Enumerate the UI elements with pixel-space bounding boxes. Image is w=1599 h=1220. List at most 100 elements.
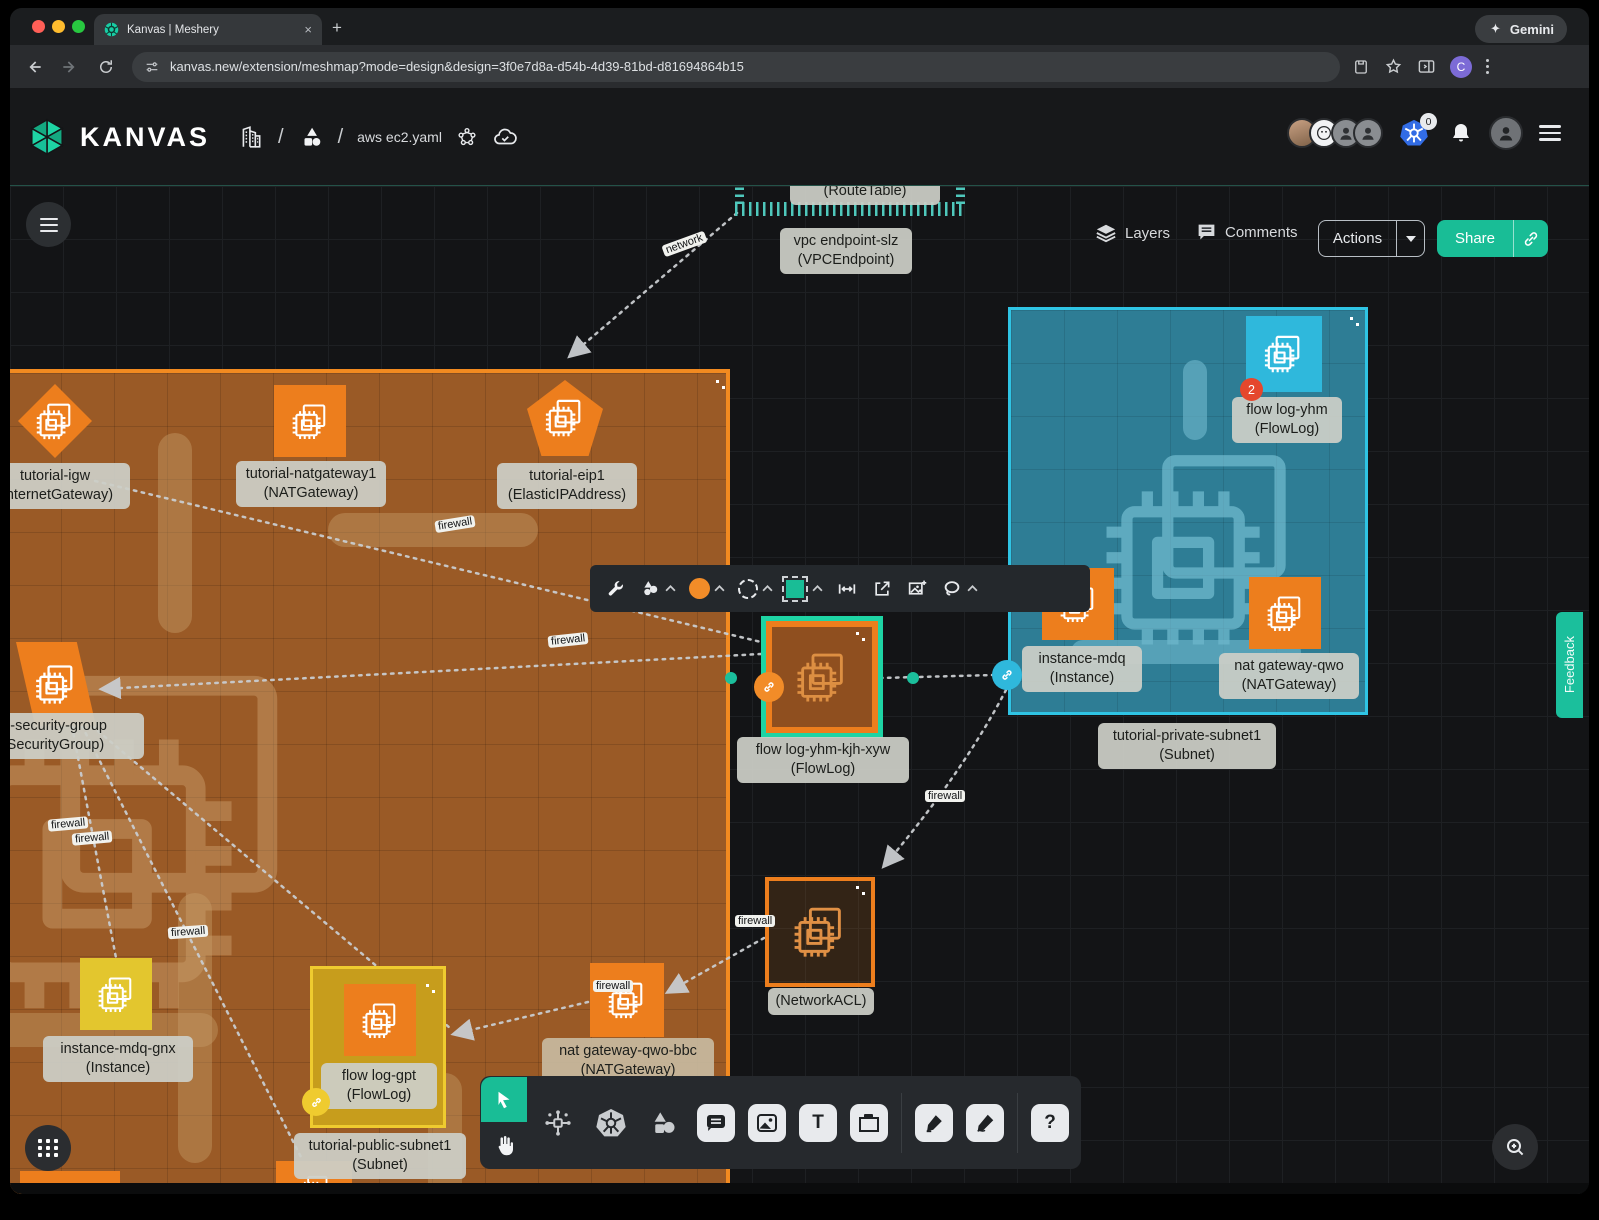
browser-tab-bar: Kanvas | Meshery × + Gemini (10, 8, 1589, 45)
chip-icon (791, 646, 853, 708)
reload-button[interactable] (94, 55, 118, 79)
node-label-flow-log-yhm[interactable]: flow log-yhm(FlowLog) (1232, 397, 1342, 443)
note-tool[interactable] (850, 1104, 888, 1142)
node-label-instance-mdq[interactable]: instance-mdq(Instance) (1022, 646, 1142, 692)
breadcrumb-separator: / (338, 126, 344, 149)
resize-handle-icon[interactable] (856, 886, 866, 896)
close-window-button[interactable] (32, 20, 45, 33)
notifications-bell-icon[interactable] (1449, 121, 1473, 145)
layers-button[interactable]: Layers (1095, 222, 1170, 244)
connection-dot[interactable] (907, 672, 919, 684)
cloud-sync-icon[interactable] (492, 124, 518, 150)
select-tool-button[interactable] (481, 1077, 527, 1122)
node-label-vpc-endpoint[interactable]: vpc endpoint-slz(VPCEndpoint) (780, 228, 912, 274)
add-image-icon[interactable] (906, 578, 928, 600)
help-button[interactable]: ? (1031, 1104, 1069, 1142)
resize-handle-icon[interactable] (716, 380, 726, 390)
design-actions-icon[interactable] (456, 126, 478, 148)
edge-label-network: network (661, 231, 707, 258)
copy-link-button[interactable] (1514, 220, 1548, 257)
node-nat-gateway-bbc[interactable] (590, 963, 664, 1037)
text-tool[interactable]: T (799, 1104, 837, 1142)
node-label-igw[interactable]: tutorial-igw(InternetGateway) (10, 463, 130, 509)
new-tab-button[interactable]: + (332, 18, 342, 38)
edge-handle[interactable] (992, 660, 1022, 690)
collaborator-avatars[interactable] (1287, 118, 1383, 148)
design-file-name[interactable]: aws ec2.yaml (357, 129, 442, 145)
kubernetes-context[interactable]: 0 (1399, 118, 1433, 148)
meshery-favicon (104, 22, 119, 37)
notification-count-badge[interactable]: 2 (1240, 378, 1263, 401)
design-canvas[interactable]: (RouteTable) vpc endpoint-slz(VPCEndpoin… (10, 185, 1589, 1194)
chrome-profile-avatar[interactable]: C (1450, 56, 1472, 78)
node-instance-gnx[interactable] (80, 958, 152, 1030)
shapes-tool[interactable] (644, 1103, 684, 1143)
fill-color-menu[interactable] (689, 578, 725, 599)
mesh-designer-tool[interactable] (538, 1103, 578, 1143)
border-style-menu[interactable] (738, 579, 773, 599)
resize-handle-icon[interactable] (1350, 317, 1360, 327)
chevron-up-icon (762, 585, 773, 592)
actions-button[interactable]: Actions (1318, 220, 1425, 257)
node-label-route-table[interactable]: (RouteTable) (790, 185, 940, 205)
chrome-menu-icon[interactable] (1486, 59, 1489, 74)
collaborator-avatar[interactable] (1353, 118, 1383, 148)
save-icon[interactable] (1352, 58, 1370, 76)
node-label-public-subnet[interactable]: tutorial-public-subnet1(Subnet) (294, 1133, 466, 1179)
node-nat-gateway-1[interactable] (274, 385, 346, 457)
organization-icon[interactable] (238, 124, 264, 150)
site-settings-icon[interactable] (144, 59, 160, 75)
shapes-menu[interactable] (639, 578, 676, 600)
node-label-eip1[interactable]: tutorial-eip1(ElasticIPAddress) (497, 463, 637, 509)
minimize-window-button[interactable] (52, 20, 65, 33)
annotate-pen-tool[interactable] (915, 1104, 953, 1142)
user-avatar[interactable] (1489, 116, 1523, 150)
pan-tool-button[interactable] (481, 1122, 527, 1168)
selection-style-menu[interactable] (786, 580, 823, 598)
workspace-shapes-icon[interactable] (298, 124, 324, 150)
lasso-tool-menu[interactable] (941, 578, 978, 600)
freehand-draw-tool[interactable] (966, 1104, 1004, 1142)
browser-tab[interactable]: Kanvas | Meshery × (94, 14, 322, 45)
forward-button[interactable] (58, 55, 82, 79)
node-label-natgateway1[interactable]: tutorial-natgateway1(NATGateway) (236, 461, 386, 507)
node-label-natgateway-qwo[interactable]: nat gateway-qwo(NATGateway) (1219, 653, 1359, 699)
node-label-flow-log-gpt[interactable]: flow log-gpt(FlowLog) (321, 1063, 437, 1109)
actions-dropdown[interactable] (1397, 221, 1424, 256)
close-tab-icon[interactable]: × (304, 22, 312, 37)
side-panel-icon[interactable] (1417, 57, 1436, 76)
image-tool[interactable] (748, 1104, 786, 1142)
flow-log-gpt-handle[interactable] (302, 1088, 330, 1116)
resize-handle-icon[interactable] (856, 632, 866, 642)
node-label-flow-log-selected[interactable]: flow log-yhm-kjh-xyw(FlowLog) (737, 737, 909, 783)
feedback-tab[interactable]: Feedback (1556, 612, 1583, 718)
node-label-instance-gnx[interactable]: instance-mdq-gnx(Instance) (43, 1036, 193, 1082)
node-label-private-subnet[interactable]: tutorial-private-subnet1(Subnet) (1098, 723, 1276, 769)
node-label-network-acl[interactable]: (NetworkACL) (768, 988, 874, 1015)
bookmark-star-icon[interactable] (1384, 57, 1403, 76)
address-bar[interactable]: kanvas.new/extension/meshmap?mode=design… (132, 52, 1340, 82)
connection-dot[interactable] (725, 672, 737, 684)
edge-handle[interactable] (754, 672, 784, 702)
gemini-button[interactable]: Gemini (1475, 15, 1567, 43)
node-nat-gateway-qwo[interactable] (1249, 577, 1321, 649)
maximize-window-button[interactable] (72, 20, 85, 33)
breadcrumb-separator: / (278, 126, 284, 149)
comments-button[interactable]: Comments (1196, 222, 1298, 243)
app-menu-icon[interactable] (1539, 125, 1561, 141)
comment-tool[interactable] (697, 1104, 735, 1142)
zoom-button[interactable] (1492, 1124, 1538, 1170)
node-flow-log-gpt-chip[interactable] (344, 984, 416, 1056)
back-button[interactable] (22, 55, 46, 79)
share-button[interactable]: Share (1437, 220, 1548, 257)
resize-handle-icon[interactable] (426, 984, 436, 994)
canvas-menu-button[interactable] (26, 202, 71, 247)
configure-wrench-icon[interactable] (604, 578, 626, 600)
kubernetes-tool[interactable] (591, 1103, 631, 1143)
open-external-icon[interactable] (871, 578, 893, 600)
kanvas-logo-icon[interactable] (28, 118, 66, 156)
resize-width-icon[interactable] (836, 578, 858, 600)
node-label-security-group[interactable]: al-security-group(SecurityGroup) (10, 713, 144, 759)
node-cutoff[interactable] (20, 1171, 120, 1194)
widgets-button[interactable] (25, 1125, 71, 1171)
